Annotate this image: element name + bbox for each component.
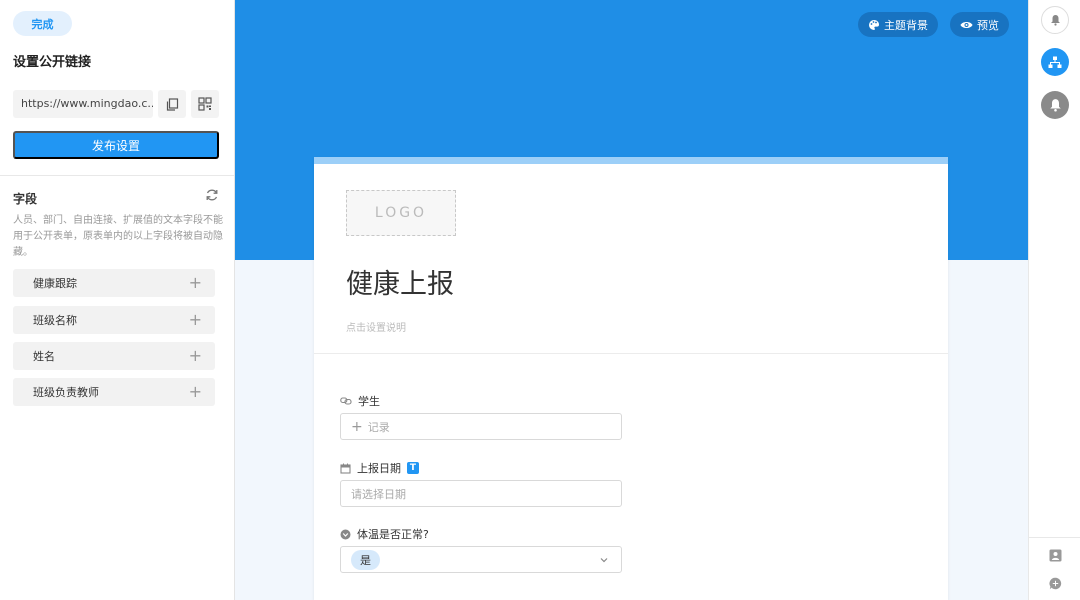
org-chart-icon bbox=[1048, 56, 1062, 68]
field-item[interactable]: 班级负责教师 + bbox=[13, 378, 215, 406]
settings-panel: 完成 设置公开链接 https://www.mingdao.c... 发布设置 … bbox=[0, 0, 235, 600]
right-toolbar bbox=[1028, 0, 1080, 600]
plus-icon: + bbox=[351, 418, 363, 435]
qr-code-button[interactable] bbox=[191, 90, 219, 118]
add-record-field[interactable]: + 记录 bbox=[340, 413, 622, 440]
question-label: 学生 bbox=[340, 393, 380, 409]
publish-settings-button[interactable]: 发布设置 bbox=[13, 131, 219, 159]
fields-title: 字段 bbox=[13, 192, 38, 206]
qr-code-icon bbox=[198, 97, 212, 111]
question-label-text: 学生 bbox=[358, 395, 380, 408]
preview-button[interactable]: 预览 bbox=[950, 12, 1009, 37]
question-label-text: 体温是否正常? bbox=[357, 528, 429, 541]
question-label: 上报日期 T bbox=[340, 460, 419, 476]
field-item-label: 健康跟踪 bbox=[33, 277, 77, 290]
logo-placeholder[interactable]: LOGO bbox=[346, 190, 456, 236]
form-description-placeholder[interactable]: 点击设置说明 bbox=[346, 319, 406, 334]
bell-icon bbox=[1050, 15, 1060, 26]
panel-title: 设置公开链接 bbox=[13, 55, 92, 70]
field-item[interactable]: 班级名称 + bbox=[13, 306, 215, 334]
theme-background-label: 主题背景 bbox=[884, 18, 928, 32]
dropdown-circle-icon bbox=[340, 529, 351, 539]
link-icon bbox=[340, 397, 352, 405]
refresh-icon[interactable] bbox=[205, 188, 219, 202]
field-item[interactable]: 姓名 + bbox=[13, 342, 215, 370]
question-label-text: 上报日期 bbox=[357, 462, 401, 475]
field-item-label: 姓名 bbox=[33, 350, 55, 363]
temperature-select[interactable]: 是 bbox=[340, 546, 622, 573]
copy-link-button[interactable] bbox=[158, 90, 186, 118]
bell-icon bbox=[1049, 99, 1061, 112]
field-item[interactable]: 健康跟踪 + bbox=[13, 269, 215, 297]
theme-background-button[interactable]: 主题背景 bbox=[858, 12, 938, 37]
form-title[interactable]: 健康上报 bbox=[346, 262, 454, 301]
date-picker-field[interactable]: 请选择日期 bbox=[340, 480, 622, 507]
eye-icon bbox=[960, 21, 973, 28]
form-card: LOGO 健康上报 点击设置说明 学生 + 记录 上报日期 T 请选择日期 体温 bbox=[314, 157, 948, 600]
field-item-label: 班级负责教师 bbox=[33, 386, 99, 399]
divider bbox=[0, 175, 234, 176]
divider bbox=[1029, 537, 1080, 538]
palette-icon bbox=[869, 19, 879, 30]
date-placeholder: 请选择日期 bbox=[351, 487, 406, 501]
public-url-field[interactable]: https://www.mingdao.c... bbox=[13, 90, 153, 118]
copy-icon bbox=[166, 97, 178, 111]
plus-icon[interactable]: + bbox=[189, 348, 202, 364]
chevron-down-icon bbox=[600, 558, 608, 563]
plus-icon[interactable]: + bbox=[189, 312, 202, 328]
field-type-badge: T bbox=[407, 462, 419, 474]
alerts-button[interactable] bbox=[1041, 91, 1069, 119]
question-label: 体温是否正常? bbox=[340, 526, 429, 542]
fields-note: 人员、部门、自由连接、扩展值的文本字段不能用于公开表单，原表单内的以上字段将被自… bbox=[13, 215, 223, 258]
org-structure-button[interactable] bbox=[1041, 48, 1069, 76]
field-item-label: 班级名称 bbox=[33, 314, 77, 327]
selected-option-chip: 是 bbox=[351, 549, 380, 570]
done-button[interactable]: 完成 bbox=[13, 11, 72, 36]
contact-card-icon[interactable] bbox=[1049, 549, 1062, 562]
add-record-label: 记录 bbox=[367, 420, 390, 434]
notification-button[interactable] bbox=[1041, 6, 1069, 34]
plus-icon[interactable]: + bbox=[189, 275, 202, 291]
calendar-icon bbox=[340, 463, 351, 474]
plus-icon[interactable]: + bbox=[189, 384, 202, 400]
chat-add-icon[interactable] bbox=[1049, 577, 1062, 590]
divider bbox=[314, 353, 948, 354]
preview-label: 预览 bbox=[977, 18, 999, 32]
